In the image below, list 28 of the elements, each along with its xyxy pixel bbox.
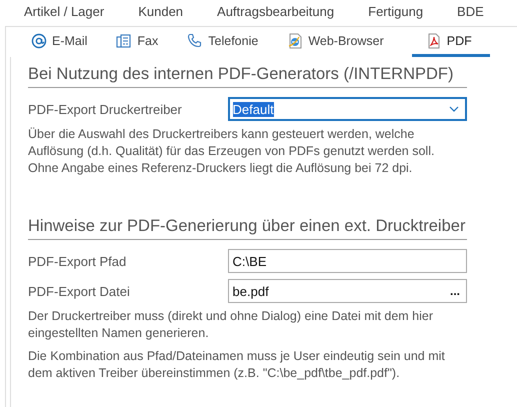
menu-item[interactable]: BDE [457, 4, 484, 26]
browser-icon [287, 32, 304, 48]
field-label: PDF-Export Datei [28, 284, 131, 298]
field-label: PDF-Export Druckertreiber [28, 102, 183, 116]
menu-item[interactable]: Kunden [138, 4, 184, 26]
input-field[interactable]: be.pdf ... [228, 279, 467, 303]
note-text: Der Druckertreiber muss (direkt und ohne Dialog) eine Datei mit dem hier eingestellten Namen generieren. [28, 308, 434, 342]
field-label: PDF-Export Pfad [28, 254, 128, 268]
tab[interactable]: E-Mail [26, 27, 96, 57]
phone-icon [187, 32, 204, 48]
tab[interactable]: Web-Browser [282, 27, 392, 57]
pdf-file-icon [426, 32, 442, 48]
input-field[interactable]: C:\BE [228, 249, 467, 273]
tab[interactable]: PDF [412, 27, 490, 57]
chevron-down-icon [449, 106, 459, 112]
section-heading: Hinweise zur PDF-Generierung über einen ext. Drucktreiber [28, 217, 467, 240]
menu-item[interactable]: Auftragsbearbeitung [217, 4, 334, 26]
dropdown-field[interactable]: Default [228, 97, 467, 121]
menu-item[interactable]: Artikel / Lager [24, 4, 104, 26]
tab[interactable]: Fax [111, 27, 166, 57]
note-text: Die Kombination aus Pfad/Dateinamen muss je User eindeutig sein und mit dem aktiven Treiber übereinstimmen (z.B. "C:\be_pdf\tbe_pdf.pdf"). [28, 348, 446, 382]
menu-item[interactable]: Fertigung [368, 4, 424, 26]
fax-icon [116, 32, 132, 48]
note-text: Über die Auswahl des Druckertreibers kann gesteuert werden, welche Auflösung (d.h. Qualität) für das Erzeugen von PDFs genutzt werden soll. Ohne Angabe eines Referenz-Druckers liegt die Auflösung bei 72 dpi. [28, 126, 436, 177]
tab[interactable]: Telefonie [182, 27, 266, 57]
browse-button[interactable]: ... [450, 284, 460, 298]
section-heading: Bei Nutzung des internen PDF-Generators (/INTERNPDF) [28, 65, 467, 88]
at-sign-icon [31, 32, 47, 48]
